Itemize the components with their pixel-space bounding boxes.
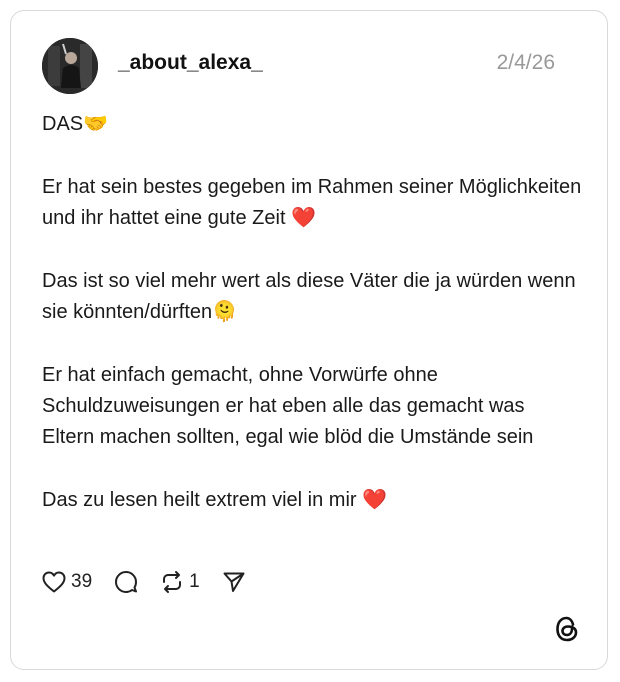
share-button[interactable] <box>222 570 246 594</box>
post-paragraph: Er hat sein bestes gegeben im Rahmen sei… <box>42 176 582 229</box>
avatar[interactable] <box>42 38 98 94</box>
action-bar: 39 1 <box>42 567 268 597</box>
post-body: DAS🤝 Er hat sein bestes gegeben im Rahme… <box>42 109 582 548</box>
repost-icon <box>163 571 182 593</box>
post-paragraph: Er hat einfach gemacht, ohne Vorwürfe oh… <box>42 364 534 448</box>
post-card: _about_alexa_ 2/4/26 DAS🤝 Er hat sein be… <box>10 10 608 670</box>
repost-button[interactable]: 1 <box>160 570 200 594</box>
comment-icon <box>115 571 138 593</box>
post-paragraph: Das ist so viel mehr wert als diese Väte… <box>42 270 576 323</box>
like-count: 39 <box>71 571 93 592</box>
post-paragraph: DAS🤝 <box>42 113 109 135</box>
like-button[interactable]: 39 <box>42 571 92 593</box>
avatar-photo <box>42 38 98 94</box>
post-paragraph: Das zu lesen heilt extrem viel in mir ❤️ <box>42 489 388 511</box>
username[interactable]: _about_alexa_ <box>118 51 263 75</box>
repost-count: 1 <box>189 571 200 592</box>
heart-icon <box>42 571 66 593</box>
comment-button[interactable] <box>114 570 138 594</box>
threads-logo-icon[interactable] <box>553 615 581 643</box>
post-date: 2/4/26 <box>496 51 555 74</box>
send-icon <box>223 572 245 592</box>
